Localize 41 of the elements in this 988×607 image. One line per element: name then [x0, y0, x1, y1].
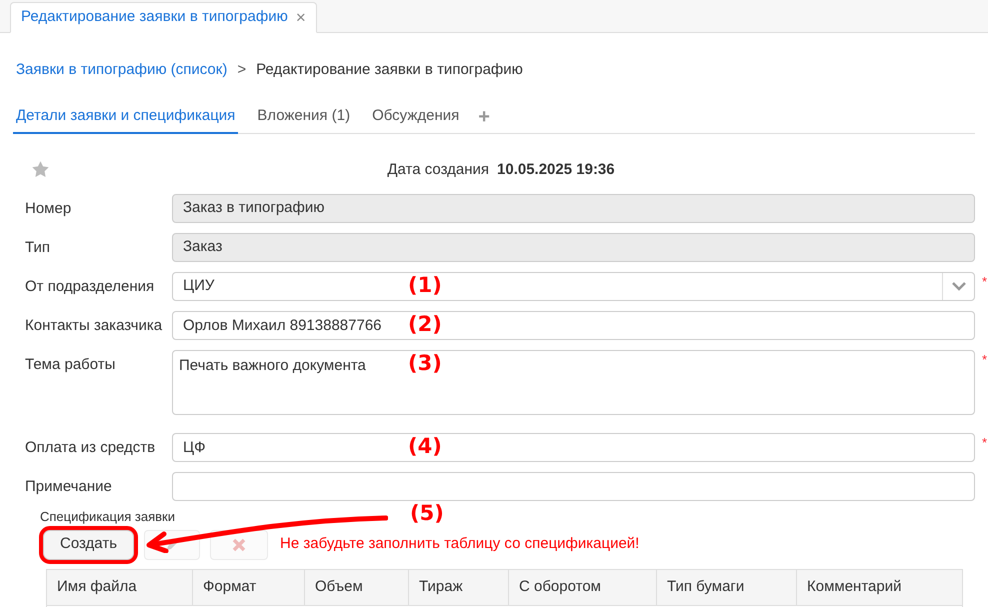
field-label: Тема работы [25, 355, 116, 375]
column-header[interactable]: Имя файла [47, 570, 193, 604]
annotation-number: (4) [408, 436, 442, 457]
required-mark: * [982, 351, 987, 369]
column-header[interactable]: Тираж [409, 570, 509, 604]
breadcrumb-link[interactable]: Заявки в типографию (список) [16, 59, 228, 82]
star-icon[interactable] [31, 160, 50, 179]
column-header[interactable]: С оборотом [509, 570, 657, 604]
breadcrumb-current: Редактирование заявки в типографию [256, 60, 523, 80]
warning-text: Не забудьте заполнить таблицу со спецификацией! [280, 534, 640, 554]
annotation-number: (5) [410, 503, 444, 524]
creation-date: 10.05.2025 19:36 [497, 160, 615, 180]
input-field[interactable] [172, 472, 975, 501]
document-tab[interactable]: Редактирование заявки в типографию × [10, 2, 317, 33]
field-label: Оплата из средств [25, 438, 156, 458]
tab[interactable]: Вложения (1) [254, 104, 354, 134]
field-label: От подразделения [25, 277, 156, 297]
field-label: Примечание [25, 477, 113, 497]
creation-date-label: Дата создания [387, 160, 490, 180]
annotation-number: (1) [408, 275, 442, 296]
close-tab-button[interactable]: × [296, 9, 306, 26]
readonly-field: Заказ [172, 233, 975, 262]
required-mark: * [982, 434, 987, 452]
column-header[interactable]: Объем [305, 570, 409, 604]
required-mark: * [982, 273, 987, 291]
column-header[interactable]: Комментарий [797, 570, 962, 604]
annotation-number: (2) [408, 314, 442, 335]
field-label: Тип [25, 238, 52, 258]
breadcrumb-separator: > [236, 60, 248, 80]
column-header[interactable]: Тип бумаги [657, 570, 797, 604]
annotation-number: (3) [408, 353, 442, 374]
column-header[interactable]: Формат [193, 570, 305, 604]
readonly-field: Заказ в типографию [172, 194, 975, 223]
tab-title: Редактирование заявки в типографию [21, 7, 288, 28]
tab[interactable]: Детали заявки и спецификация [13, 104, 238, 134]
field-label: Номер [25, 199, 72, 219]
close-icon [232, 538, 246, 552]
chevron-down-icon [952, 282, 966, 291]
field-label: Контакты заказчика [25, 316, 164, 336]
tab[interactable]: Обсуждения [369, 104, 462, 134]
section-title: Спецификация заявки [40, 508, 175, 526]
